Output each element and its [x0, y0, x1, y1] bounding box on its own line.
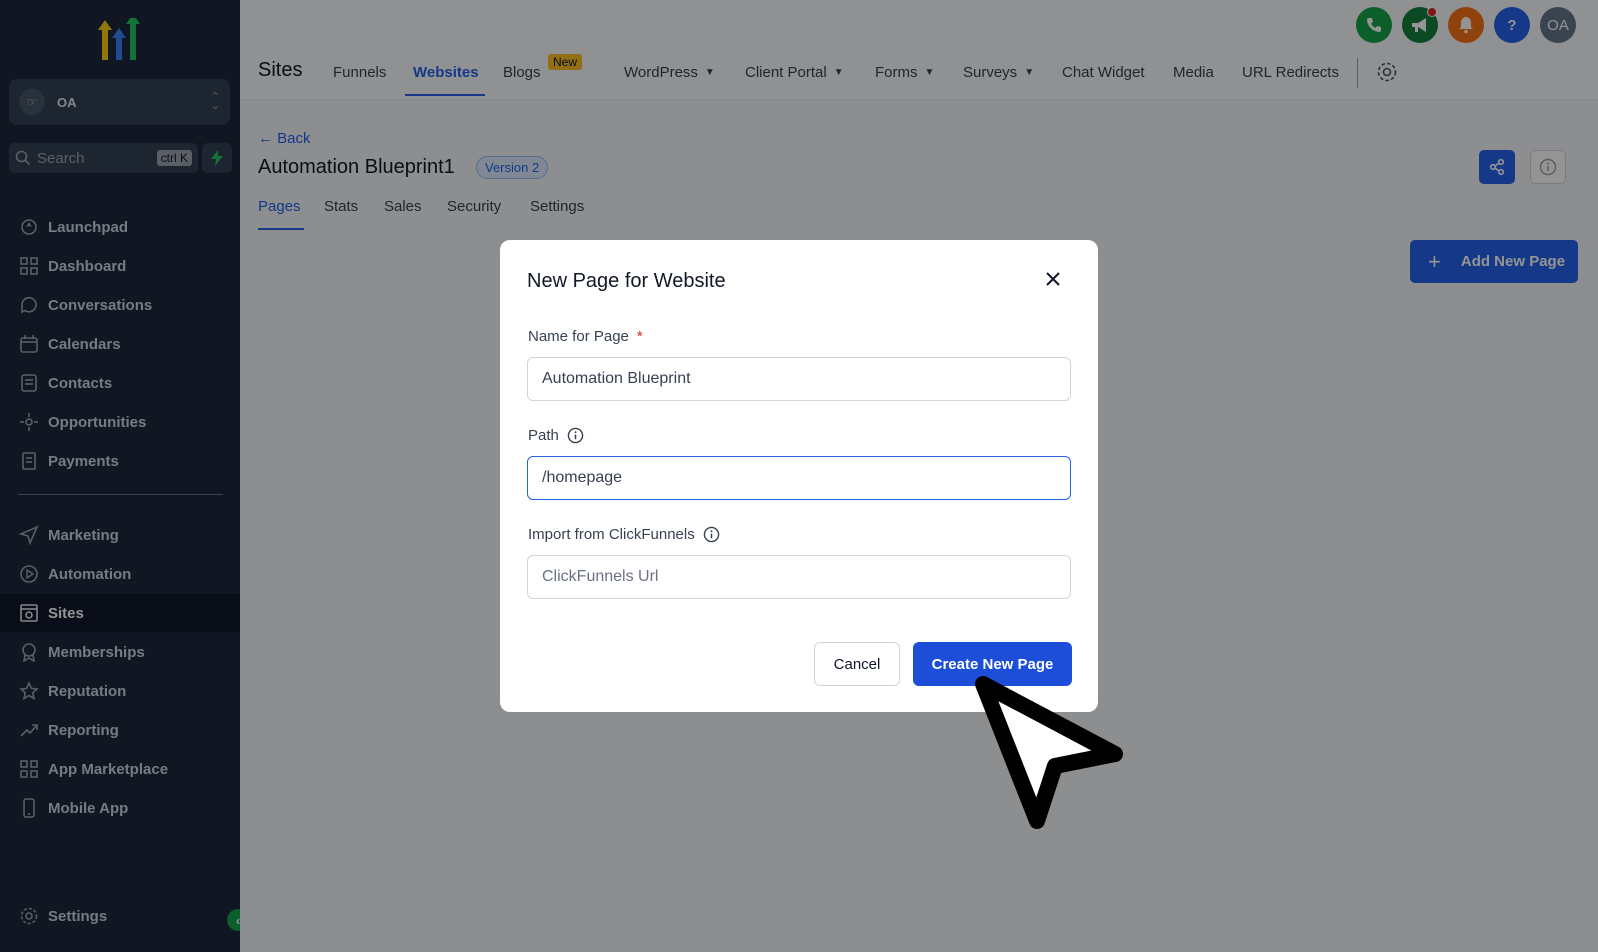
- cancel-button[interactable]: Cancel: [814, 642, 900, 686]
- modal-title: New Page for Website: [527, 270, 726, 292]
- name-label-text: Name for Page: [528, 328, 629, 345]
- close-icon[interactable]: [1043, 269, 1063, 289]
- info-icon[interactable]: [703, 526, 720, 543]
- import-label: Import from ClickFunnels: [528, 526, 720, 543]
- info-icon[interactable]: [567, 427, 584, 444]
- new-page-modal: New Page for Website Name for Page * Pat…: [500, 240, 1098, 712]
- name-label: Name for Page *: [528, 328, 643, 345]
- path-label-text: Path: [528, 427, 559, 444]
- required-mark: *: [636, 328, 643, 345]
- clickfunnels-url-input[interactable]: [527, 555, 1071, 599]
- path-input[interactable]: [527, 456, 1071, 500]
- mouse-cursor-icon: [975, 676, 1123, 829]
- path-label: Path: [528, 427, 584, 444]
- page-name-input[interactable]: [527, 357, 1071, 401]
- import-label-text: Import from ClickFunnels: [528, 526, 695, 543]
